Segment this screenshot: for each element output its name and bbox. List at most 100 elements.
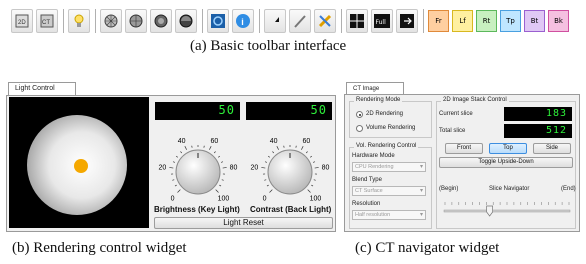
pointer-arrow-button[interactable] bbox=[264, 9, 286, 33]
brightness-dial[interactable]: 0 20 40 60 80 100 bbox=[152, 134, 244, 204]
toggle-upside-down-button[interactable]: Toggle Upside-Down bbox=[439, 157, 573, 168]
hardware-mode-select[interactable]: CPU Rendering bbox=[352, 162, 426, 172]
dial-tick-mark bbox=[209, 146, 212, 150]
volume-grid-button[interactable] bbox=[100, 9, 122, 33]
current-slice-label: Current slice bbox=[439, 111, 473, 117]
view-bk-button[interactable]: Bk bbox=[548, 10, 569, 32]
radio-2d-rendering[interactable] bbox=[356, 111, 363, 118]
dial-tick-label: 40 bbox=[270, 138, 278, 145]
dial-tick-label: 60 bbox=[210, 138, 218, 145]
volume-cube-icon bbox=[154, 14, 168, 28]
dial-tick-label: 40 bbox=[178, 138, 186, 145]
light-position-handle[interactable] bbox=[74, 159, 88, 173]
quad-layout-button[interactable] bbox=[346, 9, 368, 33]
dial-tick-label: 100 bbox=[218, 195, 230, 202]
line-tool-icon bbox=[294, 15, 306, 28]
dial-tick-mark bbox=[174, 184, 177, 187]
side-view-button[interactable]: Side bbox=[533, 143, 571, 154]
volume-sphere-icon bbox=[129, 14, 143, 28]
dial-tick-mark bbox=[218, 155, 221, 158]
contrast-label: Contrast (Back Light) bbox=[250, 205, 332, 214]
toolbar-separator bbox=[63, 9, 64, 33]
slider-track[interactable] bbox=[443, 209, 571, 213]
exit-layout-button[interactable] bbox=[396, 9, 418, 33]
volume-cube-button[interactable] bbox=[150, 9, 172, 33]
top-view-button[interactable]: Top bbox=[489, 143, 527, 154]
blend-type-select[interactable]: CT Surface bbox=[352, 186, 426, 196]
contrast-dial[interactable]: 0 20 40 60 80 100 bbox=[244, 134, 336, 204]
ct-image-button[interactable]: CT bbox=[36, 9, 58, 33]
pointer-arrow-icon bbox=[271, 17, 279, 27]
radio-volume-rendering[interactable] bbox=[356, 125, 363, 132]
caption-ct: (c) CT navigator widget bbox=[355, 240, 500, 256]
caption-light: (b) Rendering control widget bbox=[12, 240, 187, 256]
brightness-label: Brightness (Key Light) bbox=[154, 205, 240, 214]
view-tp-button[interactable]: Tp bbox=[500, 10, 521, 32]
slider-begin-label: (Begin) bbox=[439, 186, 459, 192]
dial-tick-mark bbox=[313, 179, 316, 181]
dial-tick-mark bbox=[172, 179, 175, 181]
stack-control-title: 2D Image Stack Control bbox=[441, 97, 509, 103]
dial-tick-mark bbox=[311, 184, 314, 187]
contrast-display: 50 bbox=[246, 102, 332, 120]
ct-image-icon: CT bbox=[40, 14, 54, 28]
dial-tick-mark bbox=[269, 189, 273, 193]
light-reset-button[interactable]: Light Reset bbox=[154, 217, 333, 229]
resolution-select[interactable]: Half resolution bbox=[352, 210, 426, 220]
dial-tick-label: 80 bbox=[230, 164, 238, 171]
dial-tick-mark bbox=[264, 179, 267, 181]
slice-navigator-slider[interactable] bbox=[441, 200, 573, 220]
dial-tick-mark bbox=[175, 155, 178, 158]
toolbar-separator bbox=[95, 9, 96, 33]
dial-tick-mark bbox=[264, 161, 268, 163]
info-button[interactable]: i bbox=[232, 9, 254, 33]
dial-tick-mark bbox=[261, 167, 266, 169]
slider-thumb[interactable] bbox=[486, 205, 493, 217]
dial-tick-label: 60 bbox=[302, 138, 310, 145]
layout-button-label: Full bbox=[376, 19, 387, 26]
dial-graphic: 0 20 40 60 80 100 bbox=[251, 138, 330, 203]
toolbar-separator bbox=[259, 9, 260, 33]
tools-button[interactable] bbox=[314, 9, 336, 33]
full-layout-icon: Full bbox=[374, 14, 390, 28]
dial-tick-mark bbox=[266, 184, 269, 187]
view-bt-button[interactable]: Bt bbox=[524, 10, 545, 32]
blend-type-label: Blend Type bbox=[352, 177, 382, 183]
dial-tick-mark bbox=[314, 167, 319, 169]
dial-tick-mark bbox=[221, 179, 224, 181]
caption-toolbar: (a) Basic toolbar interface bbox=[190, 38, 347, 54]
toolbar-separator bbox=[341, 9, 342, 33]
grid-2d-button[interactable]: 2D bbox=[11, 9, 33, 33]
svg-text:i: i bbox=[241, 17, 244, 27]
view-fr-button[interactable]: Fr bbox=[428, 10, 449, 32]
dial-tick-mark bbox=[301, 146, 304, 150]
dial-tick-mark bbox=[219, 184, 222, 187]
dial-tick-mark bbox=[184, 146, 187, 150]
rotate-view-button[interactable] bbox=[207, 9, 229, 33]
dial-tick-mark bbox=[307, 189, 311, 193]
dial-tick-label: 20 bbox=[159, 164, 167, 171]
rendering-mode-title: Rendering Mode bbox=[354, 97, 403, 103]
dial-tick-label: 100 bbox=[310, 195, 322, 202]
volume-sphere-button[interactable] bbox=[125, 9, 147, 33]
dial-tick-mark bbox=[222, 167, 227, 169]
radio-volume-label: Volume Rendering bbox=[366, 125, 416, 131]
main-toolbar: 2D CT i Full Fr Lf Rt Tp Bt Bk bbox=[11, 6, 579, 36]
dial-tick-mark bbox=[220, 161, 224, 163]
dial-tick-label: 0 bbox=[171, 195, 175, 202]
light-bulb-button[interactable] bbox=[68, 9, 90, 33]
tools-icon bbox=[318, 14, 332, 28]
brightness-display: 50 bbox=[155, 102, 240, 120]
tab-light-control[interactable]: Light Control bbox=[8, 82, 76, 96]
current-slice-display: 183 bbox=[504, 107, 572, 121]
dial-tick-mark bbox=[169, 167, 174, 169]
exit-layout-icon bbox=[400, 14, 414, 28]
vol-rendering-title: Vol. Rendering Control bbox=[354, 143, 419, 149]
view-rt-button[interactable]: Rt bbox=[476, 10, 497, 32]
front-view-button[interactable]: Front bbox=[445, 143, 483, 154]
volume-shaded-button[interactable] bbox=[175, 9, 197, 33]
ct-navigator-widget: CT Image Control Rendering Mode 2D Rende… bbox=[344, 82, 580, 232]
full-layout-button[interactable]: Full bbox=[371, 9, 393, 33]
line-tool-button[interactable] bbox=[289, 9, 311, 33]
view-lf-button[interactable]: Lf bbox=[452, 10, 473, 32]
